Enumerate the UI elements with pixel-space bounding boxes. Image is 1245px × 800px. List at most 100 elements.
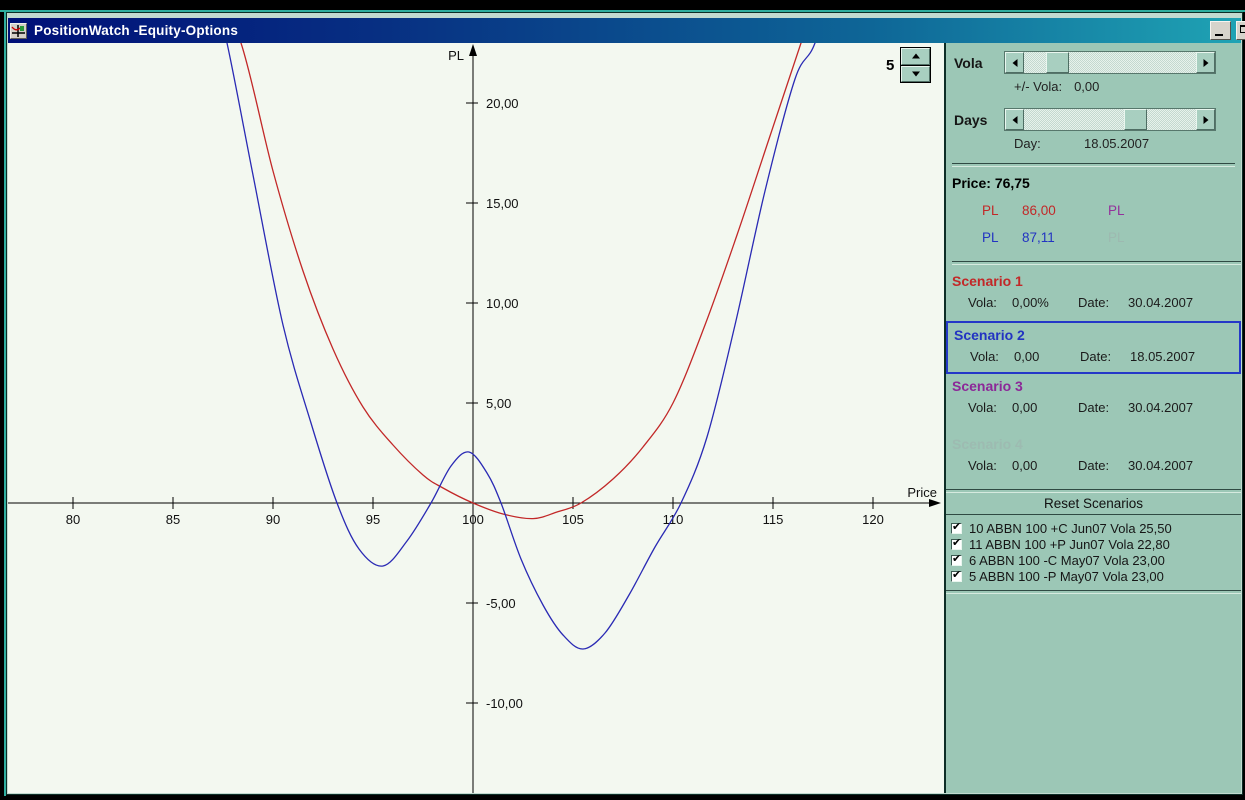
check-icon: ✔ xyxy=(952,520,962,533)
scenario-detail: Vola: 0,00 Date: 30.04.2007 xyxy=(968,458,1241,473)
pl-chart[interactable]: PL Price 80 85 90 95 100 105 110 115 120 20,00 15,00… xyxy=(8,43,944,793)
price-section: Price: 76,75 PL 86,00 PL PL 87,11 PL xyxy=(946,167,1241,265)
days-scroll-thumb[interactable] xyxy=(1123,109,1147,130)
pl-row-right-label: PL xyxy=(1108,203,1125,218)
pl-row-label: PL xyxy=(982,230,999,245)
position-checkbox[interactable]: ✔ xyxy=(951,536,962,550)
scenario-selection-box: Scenario 2 Vola: 0,00 Date: 18.05.2007 xyxy=(946,321,1241,374)
quantity-stepper xyxy=(900,47,932,83)
price-readout-label: Price: xyxy=(952,175,991,191)
restore-button[interactable] xyxy=(1236,21,1245,40)
scenario-block-3[interactable]: Scenario 3 Vola: 0,00 Date: 30.04.2007 xyxy=(946,374,1241,415)
svg-text:15,00: 15,00 xyxy=(486,196,519,211)
position-label: 6 ABBN 100 -C May07 Vola 23,00 xyxy=(969,552,1165,568)
position-label: 10 ABBN 100 +C Jun07 Vola 25,50 xyxy=(969,520,1172,536)
reset-scenarios-button[interactable]: Reset Scenarios xyxy=(946,493,1241,515)
scenario-panel: Vola +/- Vola: 0,00 Days Day: 18.05.2007… xyxy=(944,43,1241,793)
check-icon: ✔ xyxy=(952,536,962,549)
scenario-block-4[interactable]: Scenario 4 Vola: 0,00 Date: 30.04.2007 xyxy=(946,415,1241,473)
position-checkbox[interactable]: ✔ xyxy=(951,553,962,566)
slider-section: Vola +/- Vola: 0,00 Days Day: 18.05.2007 xyxy=(946,43,1241,167)
position-label: 11 ABBN 100 +P Jun07 Vola 22,80 xyxy=(969,536,1170,552)
screen: { "window": { "title": "PositionWatch -E… xyxy=(0,0,1245,800)
vola-label: Vola xyxy=(954,54,983,71)
pl-row: PL 87,11 PL xyxy=(982,230,1241,245)
position-row: ✔ 6 ABBN 100 -C May07 Vola 23,00 xyxy=(951,552,1239,568)
scenario-date-label: Date: xyxy=(1080,349,1112,364)
scenario-detail: Vola: 0,00 Date: 18.05.2007 xyxy=(970,349,1239,364)
positions-list: ✔ 10 ABBN 100 +C Jun07 Vola 25,50 ✔ 11 A… xyxy=(946,515,1241,588)
position-checkbox[interactable]: ✔ xyxy=(951,568,962,582)
minimize-button[interactable] xyxy=(1210,21,1231,40)
scenario-date-value: 30.04.2007 xyxy=(1128,295,1194,310)
check-icon: ✔ xyxy=(952,568,962,581)
vola-slider-row: Vola xyxy=(952,51,1235,74)
svg-text:-5,00: -5,00 xyxy=(486,596,516,611)
scenario-vola-label: Vola: xyxy=(968,400,997,415)
scenario-detail: Vola: 0,00% Date: 30.04.2007 xyxy=(968,295,1241,310)
scenario-date-value: 18.05.2007 xyxy=(1130,349,1196,364)
spin-up-button[interactable] xyxy=(901,48,931,65)
curve-red xyxy=(240,43,802,520)
vola-readout: +/- Vola: 0,00 xyxy=(1014,79,1235,94)
position-label: 5 ABBN 100 -P May07 Vola 23,00 xyxy=(969,568,1164,584)
scenario-vola-value: 0,00 xyxy=(1012,458,1038,473)
svg-text:80: 80 xyxy=(66,512,80,527)
days-scroll-right-button[interactable] xyxy=(1196,109,1215,130)
scenario-vola-label: Vola: xyxy=(968,295,997,310)
window-content: PL Price 80 85 90 95 100 105 110 115 120 20,00 15,00… xyxy=(8,43,1241,793)
days-slider-row: Days xyxy=(952,108,1235,131)
chevron-right-icon xyxy=(1203,58,1208,67)
chevron-right-icon xyxy=(1203,115,1208,124)
position-checkbox[interactable]: ✔ xyxy=(951,520,962,534)
scenario-title: Scenario 3 xyxy=(952,378,1023,394)
chevron-left-icon xyxy=(1012,115,1017,124)
scenario-vola-value: 0,00 xyxy=(1012,400,1038,415)
vola-readout-label: +/- Vola: xyxy=(1014,79,1063,94)
chevron-left-icon xyxy=(1012,58,1017,67)
position-row: ✔ 11 ABBN 100 +P Jun07 Vola 22,80 xyxy=(951,536,1239,552)
price-axis-arrow xyxy=(929,499,941,507)
svg-text:85: 85 xyxy=(166,512,180,527)
scenario-title: Scenario 2 xyxy=(954,327,1025,343)
application-window: PositionWatch -Equity-Options PL Price 80 8… xyxy=(6,12,1245,795)
days-scrollbar[interactable] xyxy=(1004,108,1216,131)
svg-text:105: 105 xyxy=(562,512,584,527)
quantity-value: 5 xyxy=(886,56,895,74)
svg-text:95: 95 xyxy=(366,512,380,527)
svg-text:10,00: 10,00 xyxy=(486,296,519,311)
svg-text:PL: PL xyxy=(448,48,464,63)
scenario-date-label: Date: xyxy=(1078,458,1110,473)
scenario-title: Scenario 4 xyxy=(952,436,1023,452)
quantity-stepper-group: 5 xyxy=(886,47,932,83)
svg-text:90: 90 xyxy=(266,512,280,527)
pl-row-value: 86,00 xyxy=(1022,203,1056,218)
vola-scrollbar[interactable] xyxy=(1004,51,1216,74)
scenario-date-value: 30.04.2007 xyxy=(1128,458,1194,473)
price-readout-value: 76,75 xyxy=(994,175,1030,191)
vola-scroll-track[interactable] xyxy=(1024,52,1196,73)
day-readout-value: 18.05.2007 xyxy=(1084,136,1150,151)
days-label: Days xyxy=(954,111,988,128)
vola-scroll-left-button[interactable] xyxy=(1005,52,1024,73)
spin-down-button[interactable] xyxy=(901,65,931,82)
scenario-date-label: Date: xyxy=(1078,400,1110,415)
app-icon xyxy=(10,22,27,39)
svg-text:Price: Price xyxy=(907,485,937,500)
chevron-up-icon xyxy=(911,53,920,59)
vola-scroll-right-button[interactable] xyxy=(1196,52,1215,73)
vola-scroll-thumb[interactable] xyxy=(1046,52,1070,73)
pl-axis-arrow xyxy=(469,44,477,56)
scenario-vola-label: Vola: xyxy=(968,458,997,473)
days-scroll-track[interactable] xyxy=(1024,109,1196,130)
scenario-detail: Vola: 0,00 Date: 30.04.2007 xyxy=(968,400,1241,415)
svg-text:120: 120 xyxy=(862,512,884,527)
scenario-block-2[interactable]: Scenario 2 Vola: 0,00 Date: 18.05.2007 xyxy=(948,325,1239,364)
day-readout: Day: 18.05.2007 xyxy=(1014,136,1235,151)
days-scroll-left-button[interactable] xyxy=(1005,109,1024,130)
scenario-block-1[interactable]: Scenario 1 Vola: 0,00% Date: 30.04.2007 xyxy=(946,265,1241,310)
curve-blue xyxy=(226,43,816,650)
pl-row-right-label: PL xyxy=(1108,230,1125,245)
titlebar[interactable]: PositionWatch -Equity-Options xyxy=(8,18,1245,43)
section-divider xyxy=(946,590,1241,594)
